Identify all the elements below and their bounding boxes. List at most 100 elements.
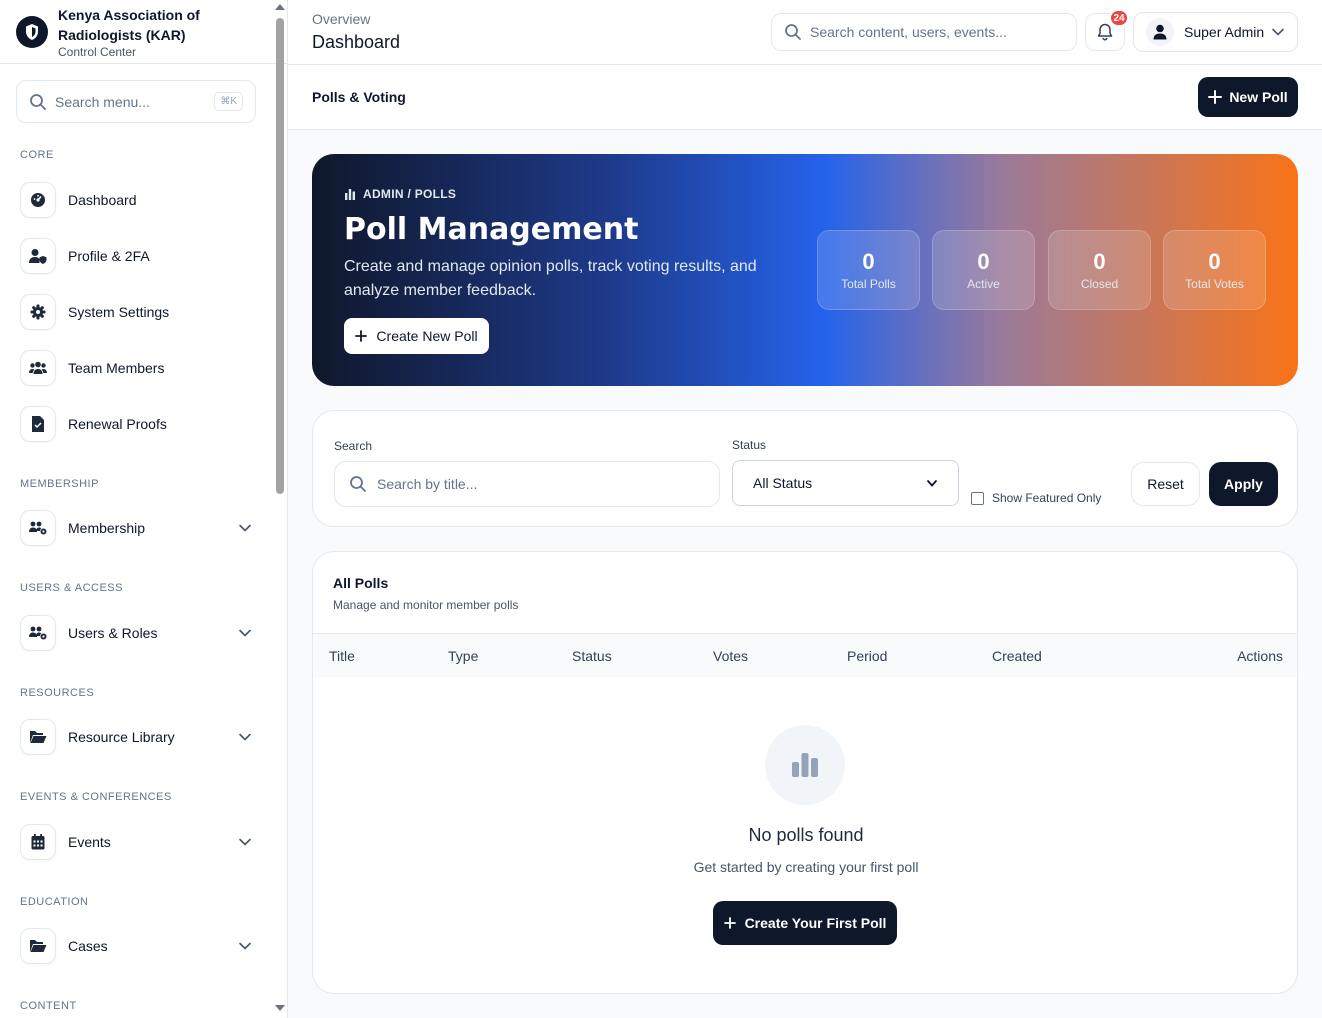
featured-only-label: Show Featured Only [992, 491, 1102, 505]
stat-value: 0 [977, 249, 990, 274]
column-header-created[interactable]: Created [992, 648, 1042, 664]
sidebar-item-membership[interactable]: Membership [20, 510, 258, 546]
plus-icon [1208, 90, 1223, 104]
plus-icon [355, 330, 368, 342]
stat-value: 0 [862, 249, 875, 274]
scroll-down-arrow-icon[interactable] [275, 1005, 285, 1011]
checkbox-box[interactable] [971, 491, 984, 505]
stat-label: Closed [1080, 277, 1119, 291]
stat-total-votes: 0 Total Votes [1163, 230, 1266, 310]
chevron-down-icon [239, 629, 251, 637]
chevron-down-icon [239, 942, 251, 950]
empty-state-subtitle: Get started by creating your first poll [693, 859, 919, 875]
gear-icon [20, 294, 56, 330]
search-label: Search [334, 439, 373, 453]
column-header-title[interactable]: Title [329, 648, 355, 664]
sidebar-item-label: Resource Library [68, 729, 175, 745]
column-header-type[interactable]: Type [448, 648, 478, 664]
create-first-poll-button[interactable]: Create Your First Poll [713, 901, 897, 945]
chevron-down-icon [239, 733, 251, 741]
column-header-actions: Actions [1237, 648, 1283, 664]
section-events: EVENTS & CONFERENCES [20, 791, 172, 803]
page-title: Dashboard [312, 32, 401, 52]
create-new-poll-button[interactable]: Create New Poll [344, 318, 489, 354]
global-search-placeholder: Search content, users, events... [810, 24, 1007, 40]
page-subheader: Polls & Voting New Poll [288, 65, 1322, 130]
sidebar-item-users-roles[interactable]: Users & Roles [20, 615, 258, 651]
search-icon [785, 24, 801, 40]
create-new-poll-label: Create New Poll [376, 328, 478, 344]
section-education: EDUCATION [20, 896, 89, 908]
chevron-down-icon [927, 480, 937, 487]
user-name: Super Admin [1184, 24, 1265, 40]
table-header: Title Type Status Votes Period Created A… [313, 633, 1297, 677]
hero-breadcrumb: ADMIN / POLLS [344, 187, 456, 201]
sidebar-item-events[interactable]: Events [20, 824, 258, 860]
breadcrumb[interactable]: Overview [312, 11, 370, 27]
stat-label: Total Polls [841, 277, 896, 291]
sidebar-item-label: Profile & 2FA [68, 248, 150, 264]
sidebar-item-team[interactable]: Team Members [20, 350, 258, 386]
sidebar-item-renewal-proofs[interactable]: Renewal Proofs [20, 406, 258, 442]
sidebar-item-label: System Settings [68, 304, 170, 320]
bell-icon [1097, 23, 1113, 41]
global-search-input[interactable]: Search content, users, events... [771, 13, 1077, 51]
stat-label: Active [967, 277, 1000, 291]
sidebar-search-placeholder: Search menu... [55, 93, 150, 110]
sidebar-item-dashboard[interactable]: Dashboard [20, 182, 258, 218]
sidebar-scrollbar[interactable] [274, 0, 286, 1018]
stat-value: 0 [1208, 249, 1221, 274]
brand-name: Kenya Association of Radiologists (KAR) [58, 6, 200, 43]
all-polls-table-card: All Polls Manage and monitor member poll… [312, 551, 1298, 994]
table-title: All Polls [333, 575, 389, 591]
brand-header: Kenya Association of Radiologists (KAR) … [0, 0, 287, 64]
column-header-votes[interactable]: Votes [713, 648, 748, 664]
sidebar-item-label: Dashboard [68, 192, 137, 208]
user-menu-button[interactable]: Super Admin [1133, 12, 1298, 52]
status-select[interactable]: All Status [732, 460, 959, 506]
folder-open-icon [20, 719, 56, 755]
search-icon [350, 476, 366, 492]
chevron-down-icon [1272, 28, 1284, 36]
sidebar-search-input[interactable]: Search menu... ⌘K [16, 80, 256, 123]
stat-value: 0 [1093, 249, 1106, 274]
chevron-down-icon [239, 524, 251, 532]
brand-subtitle: Control Center [58, 44, 137, 59]
scrollbar-thumb[interactable] [276, 18, 284, 494]
status-label: Status [732, 438, 767, 452]
scroll-up-arrow-icon[interactable] [275, 4, 285, 10]
stat-total-polls: 0 Total Polls [817, 230, 920, 310]
new-poll-button[interactable]: New Poll [1198, 77, 1298, 117]
sidebar-item-cases[interactable]: Cases [20, 928, 258, 964]
empty-state-title: No polls found [748, 825, 864, 845]
users-gear-icon [20, 510, 56, 546]
apply-button[interactable]: Apply [1209, 462, 1278, 506]
sidebar-item-label: Cases [68, 938, 108, 954]
poll-search-placeholder: Search by title... [377, 476, 478, 492]
sidebar-item-settings[interactable]: System Settings [20, 294, 258, 330]
featured-only-checkbox[interactable]: Show Featured Only [971, 491, 1101, 505]
search-icon [30, 93, 46, 110]
topbar: Overview Dashboard Search content, users… [288, 0, 1322, 65]
reset-button[interactable]: Reset [1131, 462, 1200, 506]
hero-tag-text: ADMIN / POLLS [363, 187, 457, 201]
section-membership: MEMBERSHIP [20, 478, 99, 490]
poll-search-input[interactable]: Search by title... [334, 461, 720, 507]
folder-open-icon [20, 928, 56, 964]
sidebar-item-resource-library[interactable]: Resource Library [20, 719, 258, 755]
users-gear-icon [20, 615, 56, 651]
bar-chart-icon [792, 753, 818, 777]
column-header-status[interactable]: Status [572, 648, 612, 664]
file-document-icon [20, 406, 56, 442]
section-resources: RESOURCES [20, 687, 95, 699]
new-poll-label: New Poll [1229, 89, 1288, 105]
sidebar-item-label: Membership [68, 520, 146, 536]
empty-state-illustration [765, 725, 845, 805]
section-users-access: USERS & ACCESS [20, 582, 123, 594]
bar-chart-icon [345, 189, 355, 200]
plus-icon [723, 917, 736, 929]
shield-logo-icon [16, 15, 48, 48]
stat-label: Total Votes [1185, 277, 1244, 291]
sidebar-item-profile[interactable]: Profile & 2FA [20, 238, 258, 274]
column-header-period[interactable]: Period [847, 648, 887, 664]
